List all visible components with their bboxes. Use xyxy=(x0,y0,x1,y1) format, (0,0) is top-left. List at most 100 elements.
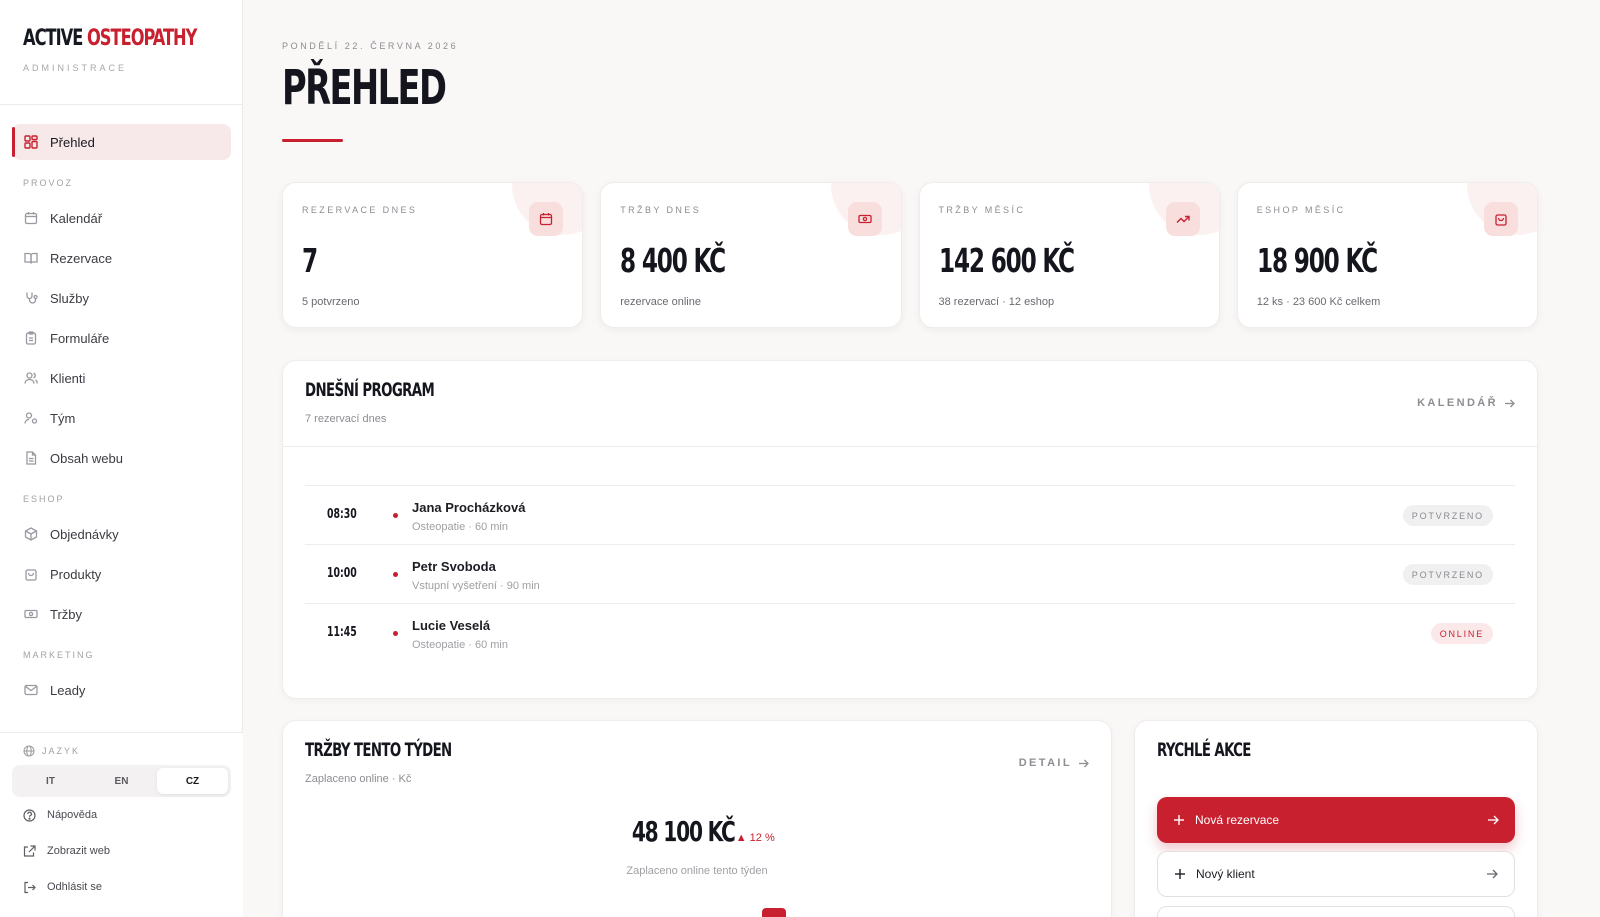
sidebar-item-revenue[interactable]: Tržby xyxy=(12,596,231,632)
logout-icon xyxy=(23,881,36,894)
stat-card-revenue-today[interactable]: TRŽBY DNES 8 400 KČ rezervace online xyxy=(600,182,902,328)
sidebar-item-label: Tržby xyxy=(50,606,83,622)
sidebar-item-label: Formuláře xyxy=(50,330,110,346)
appointment-detail: Osteopatie · 60 min xyxy=(412,639,508,651)
sidebar-item-label: Objednávky xyxy=(50,526,119,542)
quick-action-button[interactable] xyxy=(1157,906,1515,917)
new-client-button[interactable]: Nový klient xyxy=(1157,851,1515,897)
revenue-total: 48 100 KČ xyxy=(632,815,736,848)
arrow-right-icon xyxy=(1504,398,1515,409)
appointment-client: Lucie Veselá xyxy=(412,618,491,633)
stat-label: ESHOP MĚSÍC xyxy=(1256,205,1346,215)
help-circle-icon xyxy=(23,808,36,822)
revenue-title: TRŽBY TENTO TÝDEN xyxy=(305,739,452,761)
new-reservation-button[interactable]: Nová rezervace xyxy=(1157,797,1515,843)
stat-value: 142 600 KČ xyxy=(938,241,1075,280)
revenue-bar[interactable] xyxy=(762,908,786,917)
view-site-link-label: Zobrazit web xyxy=(47,845,110,857)
logout-link[interactable]: Odhlásit se xyxy=(23,869,243,905)
calendar-link[interactable]: KALENDÁŘ xyxy=(1417,397,1515,409)
stat-sub: rezervace online xyxy=(620,296,701,308)
weekly-revenue-card: TRŽBY TENTO TÝDEN Zaplaceno online · Kč … xyxy=(282,720,1112,917)
appointment-client: Jana Procházková xyxy=(412,500,526,515)
sidebar-item-label: Tým xyxy=(50,410,76,426)
sidebar-item-label: Produkty xyxy=(50,566,102,582)
status-dot xyxy=(393,513,398,518)
sidebar-footer: JAZYK IT EN CZ Nápověda Zobrazit web Odh… xyxy=(0,732,243,917)
sidebar-item-team[interactable]: Tým xyxy=(12,400,231,436)
revenue-caption: Zaplaceno online tento týden xyxy=(626,865,768,877)
arrow-right-icon xyxy=(1078,758,1089,769)
package-icon xyxy=(23,526,39,542)
sidebar-item-products[interactable]: Produkty xyxy=(12,556,231,592)
sidebar-item-label: Obsah webu xyxy=(50,450,123,466)
page-title: PŘEHLED xyxy=(282,60,447,116)
help-link-label: Nápověda xyxy=(47,809,98,821)
sidebar-item-web-content[interactable]: Obsah webu xyxy=(12,440,231,476)
sidebar-item-calendar[interactable]: Kalendář xyxy=(12,200,231,236)
sidebar-item-orders[interactable]: Objednávky xyxy=(12,516,231,552)
title-underline xyxy=(282,139,343,142)
sidebar-item-label: Rezervace xyxy=(50,250,113,266)
stat-card-eshop-month[interactable]: ESHOP MĚSÍC 18 900 KČ 12 ks · 23 600 Kč … xyxy=(1236,182,1538,328)
sidebar-item-leads[interactable]: Leady xyxy=(12,672,231,708)
help-link[interactable]: Nápověda xyxy=(23,797,243,833)
program-subtitle: 7 rezervací dnes xyxy=(305,413,387,425)
new-client-label: Nový klient xyxy=(1196,867,1255,881)
logout-link-label: Odhlásit se xyxy=(47,881,103,893)
stat-card-reservations-today[interactable]: REZERVACE DNES 7 5 potvrzeno xyxy=(282,182,584,328)
banknote-icon xyxy=(847,202,882,236)
language-option-en[interactable]: EN xyxy=(86,768,157,794)
language-option-it[interactable]: IT xyxy=(15,768,86,794)
sidebar-item-overview[interactable]: Přehled xyxy=(12,124,231,160)
shopping-bag-icon xyxy=(1484,202,1518,236)
sidebar-item-label: Služby xyxy=(50,290,90,306)
status-dot xyxy=(393,631,398,636)
sidebar-item-clients[interactable]: Klienti xyxy=(12,360,231,396)
divider xyxy=(283,446,1537,447)
dashboard-grid-icon xyxy=(23,134,39,150)
revenue-detail-link[interactable]: DETAIL xyxy=(1019,757,1089,769)
nav-section-eshop: ESHOP xyxy=(23,494,65,504)
status-badge: POTVRZENO xyxy=(1402,505,1493,526)
stat-value: 18 900 KČ xyxy=(1256,241,1378,280)
brand-name-part1: ACTIVE xyxy=(23,26,83,51)
sidebar-item-services[interactable]: Služby xyxy=(12,280,231,316)
stat-sub: 38 rezervací · 12 eshop xyxy=(938,296,1055,308)
arrow-right-icon xyxy=(1487,814,1499,826)
sidebar-item-label: Leady xyxy=(50,682,86,698)
today-program-card: DNEŠNÍ PROGRAM 7 rezervací dnes KALENDÁŘ… xyxy=(282,360,1538,699)
sidebar-item-label: Přehled xyxy=(50,134,95,150)
stats-row: REZERVACE DNES 7 5 potvrzeno TRŽBY DNES … xyxy=(282,182,1538,328)
shopping-bag-icon xyxy=(23,566,39,582)
appointment-client: Petr Svoboda xyxy=(412,559,496,574)
sidebar-item-forms[interactable]: Formuláře xyxy=(12,320,231,356)
user-cog-icon xyxy=(23,410,39,426)
stat-label: TRŽBY MĚSÍC xyxy=(938,205,1026,215)
appointment-row[interactable]: 10:00 Petr Svoboda Vstupní vyšetření · 9… xyxy=(305,545,1515,604)
new-reservation-label: Nová rezervace xyxy=(1195,813,1280,827)
brand-logo[interactable]: ACTIVE OSTEOPATHY xyxy=(23,26,197,51)
sidebar-item-label: Kalendář xyxy=(50,210,103,226)
appointment-time: 08:30 xyxy=(327,507,357,522)
language-option-cz[interactable]: CZ xyxy=(157,768,228,794)
appointment-list: 08:30 Jana Procházková Osteopatie · 60 m… xyxy=(305,485,1515,663)
stethoscope-icon xyxy=(23,290,39,306)
view-site-link[interactable]: Zobrazit web xyxy=(23,833,243,869)
revenue-total-row: 48 100 KČ ▲ 12 % xyxy=(283,815,1111,848)
brand-name-part2: OSTEOPATHY xyxy=(86,26,197,51)
calendar-link-label: KALENDÁŘ xyxy=(1417,397,1498,409)
appointment-row[interactable]: 08:30 Jana Procházková Osteopatie · 60 m… xyxy=(305,486,1515,545)
language-label-text: JAZYK xyxy=(42,746,81,756)
sidebar-item-label: Klienti xyxy=(50,370,86,386)
stat-label: TRŽBY DNES xyxy=(620,205,702,215)
plus-icon xyxy=(1174,868,1186,880)
calendar-icon xyxy=(529,202,564,236)
sidebar-item-reservations[interactable]: Rezervace xyxy=(12,240,231,276)
quick-actions-title: RYCHLÉ AKCE xyxy=(1157,739,1251,761)
appointment-detail: Vstupní vyšetření · 90 min xyxy=(412,580,540,592)
trending-up-icon xyxy=(1165,202,1200,236)
appointment-row[interactable]: 11:45 Lucie Veselá Osteopatie · 60 min O… xyxy=(305,604,1515,663)
brand-subtitle: ADMINISTRACE xyxy=(23,63,128,73)
stat-card-revenue-month[interactable]: TRŽBY MĚSÍC 142 600 KČ 38 rezervací · 12… xyxy=(918,182,1220,328)
